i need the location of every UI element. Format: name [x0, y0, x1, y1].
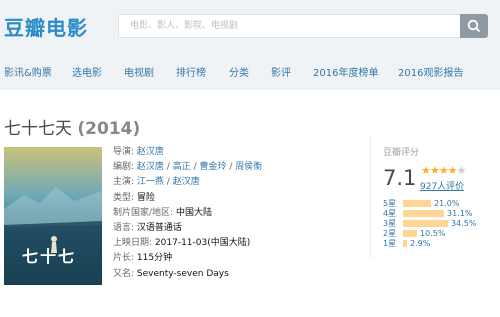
rating-bar-label: 4星	[383, 209, 397, 218]
info-aka: 又名: Seventy-seven Days	[113, 267, 262, 282]
language-label: 语言:	[113, 223, 135, 234]
info-release: 上映日期: 2017-11-03(中国大陆)	[113, 236, 262, 251]
rating-bar-label: 5星	[383, 199, 397, 208]
release-label: 上映日期:	[113, 238, 153, 249]
star-empty-icon: ★	[456, 164, 467, 177]
star-icon: ★	[421, 164, 431, 177]
rating-bar-fill	[403, 230, 417, 237]
rating-bar-row: 5星 21.0%	[383, 199, 476, 209]
aka-label: 又名:	[113, 268, 135, 279]
rating-bar-fill	[403, 210, 444, 217]
rating-score: 7.1	[383, 166, 417, 190]
rating-bar-row: 3星 34.5%	[383, 219, 476, 229]
nav-item-reviews[interactable]: 影评	[271, 64, 291, 79]
top-bar: 豆瓣电影 电影、影人、影院、电视剧	[0, 0, 500, 50]
release-value: 2017-11-03(中国大陆)	[154, 238, 251, 249]
runtime-label: 片长:	[113, 253, 135, 264]
cast-link[interactable]: 江一燕	[137, 177, 164, 187]
rating-bar-row: 4星 31.1%	[383, 209, 476, 219]
star-icon: ★	[438, 164, 449, 177]
poster-title: 七十七	[22, 247, 77, 266]
page-title: 七十七天 (2014)	[4, 114, 140, 139]
logo[interactable]: 豆瓣电影	[4, 12, 88, 41]
info-cast: 主演: 江一燕 / 赵汉唐	[113, 177, 200, 188]
genre-label: 类型:	[113, 192, 135, 203]
rating-panel: 豆瓣评分 7.1 ★★★★★ 927人评价 5星 21.0% 4星 31.1% 3星…	[370, 136, 494, 258]
genre-value: 冒险	[136, 192, 155, 203]
info-country: 制片国家/地区: 中国大陆	[113, 206, 262, 221]
writer-link[interactable]: 曹金玲	[199, 162, 226, 172]
main-nav: 影讯&购票 选电影 电视剧 排行榜 分类 影评 2016年度榜单 2016观影报…	[0, 50, 500, 90]
rating-bar-pct: 21.0%	[434, 199, 460, 208]
movie-year: (2014)	[77, 119, 141, 139]
rating-bar-fill	[403, 200, 431, 207]
rating-bar-label: 1星	[383, 239, 397, 248]
info-genre: 类型: 冒险	[113, 191, 262, 206]
nav-item-tv[interactable]: 电视剧	[124, 64, 154, 79]
rating-bar-row: 2星 10.5%	[383, 229, 476, 239]
aka-value: Seventy-seven Days	[136, 268, 229, 279]
star-half-icon: ★	[447, 164, 458, 177]
info-director: 导演: 赵汉唐	[113, 145, 262, 160]
nav-item-explore[interactable]: 选电影	[72, 64, 102, 79]
writer-link[interactable]: 赵汉唐	[137, 162, 164, 172]
movie-title: 七十七天	[4, 119, 72, 139]
language-value: 汉语普通话	[136, 223, 182, 234]
cast-link[interactable]: 赵汉唐	[173, 177, 200, 187]
country-value: 中国大陆	[175, 207, 212, 218]
movie-poster[interactable]: 七十七	[4, 147, 102, 285]
director-label: 导演:	[113, 147, 135, 157]
rating-bar-row: 1星 2.9%	[383, 239, 476, 249]
search-button[interactable]	[460, 14, 488, 38]
info-runtime: 片长: 115分钟	[113, 251, 262, 266]
rating-label: 豆瓣评分	[383, 148, 420, 158]
rating-bar-pct: 34.5%	[451, 219, 477, 228]
rating-bar-pct: 31.1%	[447, 209, 473, 218]
runtime-value: 115分钟	[136, 253, 173, 264]
rating-bar-fill	[403, 220, 448, 227]
rating-distribution: 5星 21.0% 4星 31.1% 3星 34.5% 2星 10.5% 1星 2.9%	[383, 199, 476, 249]
search-icon	[467, 19, 481, 33]
cast-label: 主演:	[113, 177, 135, 188]
rating-bar-label: 2星	[383, 229, 397, 238]
nav-item-charts[interactable]: 排行榜	[176, 64, 206, 79]
movie-info: 导演: 赵汉唐 编剧: 赵汉唐 / 高正 / 曹金玲 / 周侯衡 主演: 江一燕…	[113, 145, 262, 282]
nav-item-report[interactable]: 2016观影报告	[398, 64, 463, 79]
search-input[interactable]: 电影、影人、影院、电视剧	[118, 14, 460, 38]
nav-item-tags[interactable]: 分类	[229, 64, 249, 79]
country-label: 制片国家/地区:	[113, 207, 174, 218]
rating-bar-pct: 2.9%	[410, 239, 431, 248]
rating-bar-pct: 10.5%	[420, 229, 446, 238]
rating-stars: ★★★★★	[421, 164, 467, 177]
rating-bar-fill	[403, 240, 407, 247]
nav-item-showtimes[interactable]: 影讯&购票	[4, 64, 52, 79]
info-language: 语言: 汉语普通话	[113, 221, 262, 236]
writer-label: 编剧:	[113, 162, 135, 173]
director-link[interactable]: 赵汉唐	[137, 147, 164, 157]
info-writers: 编剧: 赵汉唐 / 高正 / 曹金玲 / 周侯衡	[113, 162, 263, 173]
rating-bar-label: 3星	[383, 219, 397, 228]
rating-count-link[interactable]: 927人评价	[420, 179, 464, 192]
writer-link[interactable]: 周侯衡	[235, 162, 262, 172]
writer-link[interactable]: 高正	[173, 162, 191, 172]
star-icon: ★	[429, 164, 440, 177]
nav-item-annual[interactable]: 2016年度榜单	[313, 64, 378, 79]
